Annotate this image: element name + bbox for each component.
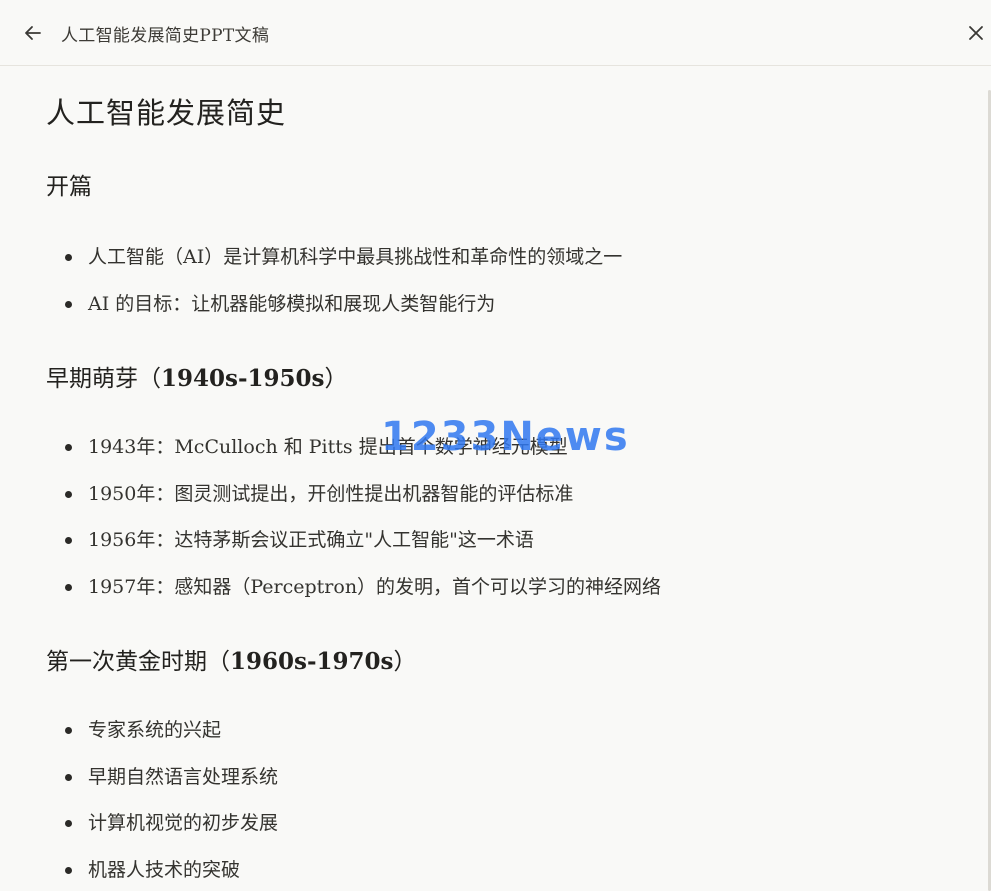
- list-item: 1956年：达特茅斯会议正式确立"人工智能"这一术语: [46, 527, 661, 574]
- header-bar: 人工智能发展简史PPT文稿: [0, 0, 991, 66]
- list-item: 机器人技术的突破: [46, 857, 278, 891]
- document-title: 人工智能发展简史: [46, 96, 287, 130]
- section-heading-years: 1960s-1970s: [230, 648, 394, 675]
- section-heading-end: ）: [324, 366, 348, 392]
- section-heading-text: 开篇: [46, 174, 92, 200]
- close-icon: [969, 26, 983, 40]
- arrow-left-icon: [25, 26, 41, 40]
- section-list-early: 1943年：McCulloch 和 Pitts 提出首个数学神经元模型 1950…: [46, 434, 661, 620]
- header-title: 人工智能发展简史PPT文稿: [61, 26, 270, 46]
- document-viewer-window: 人工智能发展简史PPT文稿 人工智能发展简史 开篇 人工智能（AI）是计算机科学…: [0, 0, 991, 891]
- list-item: 计算机视觉的初步发展: [46, 810, 278, 857]
- list-item: 1957年：感知器（Perceptron）的发明，首个可以学习的神经网络: [46, 574, 661, 621]
- section-heading-opening: 开篇: [46, 167, 92, 201]
- section-list-opening: 人工智能（AI）是计算机科学中最具挑战性和革命性的领域之一 AI 的目标：让机器…: [46, 244, 622, 337]
- section-heading-golden: 第一次黄金时期（1960s-1970s）: [46, 642, 416, 676]
- section-heading-years: 1940s-1950s: [161, 365, 325, 392]
- list-item: 1950年：图灵测试提出，开创性提出机器智能的评估标准: [46, 481, 661, 528]
- section-heading-early: 早期萌芽（1940s-1950s）: [46, 359, 347, 393]
- section-heading-end: ）: [393, 649, 417, 675]
- list-item: 专家系统的兴起: [46, 717, 278, 764]
- document-content[interactable]: 人工智能发展简史 开篇 人工智能（AI）是计算机科学中最具挑战性和革命性的领域之…: [0, 67, 991, 891]
- close-button[interactable]: [961, 18, 991, 48]
- list-item: 1943年：McCulloch 和 Pitts 提出首个数学神经元模型: [46, 434, 661, 481]
- section-list-golden: 专家系统的兴起 早期自然语言处理系统 计算机视觉的初步发展 机器人技术的突破: [46, 717, 278, 891]
- section-heading-text: 早期萌芽（: [46, 366, 161, 392]
- list-item: 早期自然语言处理系统: [46, 764, 278, 811]
- section-heading-text: 第一次黄金时期（: [46, 649, 230, 675]
- list-item: AI 的目标：让机器能够模拟和展现人类智能行为: [46, 291, 622, 338]
- back-button[interactable]: [18, 18, 48, 48]
- list-item: 人工智能（AI）是计算机科学中最具挑战性和革命性的领域之一: [46, 244, 622, 291]
